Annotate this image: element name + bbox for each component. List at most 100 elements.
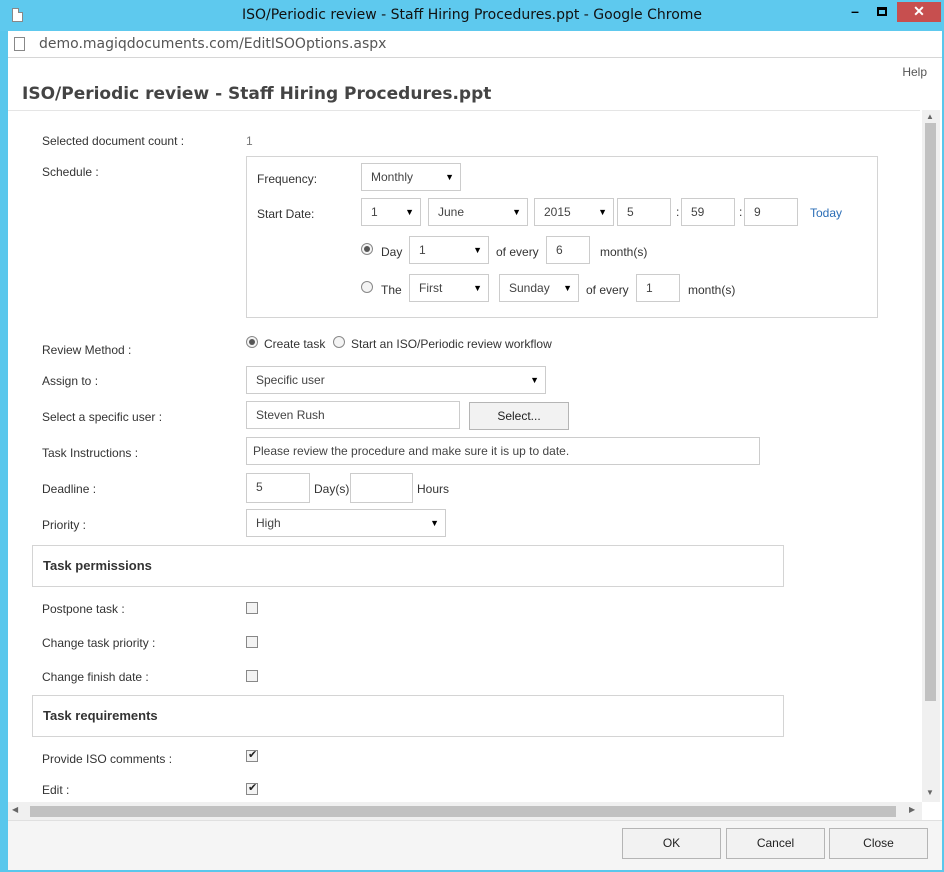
months-label: month(s) [600, 245, 648, 259]
start-workflow-radio[interactable] [333, 336, 345, 348]
chevron-down-icon: ▼ [598, 207, 607, 217]
months-label: month(s) [688, 283, 736, 297]
time-separator: : [739, 205, 743, 219]
postpone-task-label: Postpone task : [42, 602, 125, 616]
create-task-radio[interactable] [246, 336, 258, 348]
maximize-button[interactable] [869, 2, 895, 22]
start-workflow-label: Start an ISO/Periodic review workflow [351, 337, 552, 351]
cancel-button[interactable]: Cancel [726, 828, 825, 859]
edit-label: Edit : [42, 783, 70, 797]
horizontal-scrollbar[interactable]: ◀ ▶ [8, 802, 922, 820]
start-minute-input[interactable]: 59 [681, 198, 735, 226]
day-radio[interactable] [361, 243, 373, 255]
of-every-label: of every [586, 283, 629, 297]
scroll-up-icon[interactable]: ▲ [926, 112, 934, 121]
today-link[interactable]: Today [810, 206, 842, 220]
start-second-input[interactable]: 9 [744, 198, 798, 226]
chevron-down-icon: ▼ [563, 283, 572, 293]
scroll-left-icon[interactable]: ◀ [12, 805, 18, 814]
dialog-content: Selected document count : 1 Schedule : F… [8, 110, 942, 870]
day-number-value: 1 [419, 243, 426, 257]
task-permissions-section: Task permissions [32, 545, 784, 587]
day-interval-input[interactable]: 6 [546, 236, 590, 264]
priority-value: High [256, 516, 281, 530]
check-icon: ✔ [248, 782, 258, 794]
url-text[interactable]: demo.magiqdocuments.com/EditISOOptions.a… [39, 36, 386, 52]
change-priority-checkbox[interactable] [246, 636, 258, 648]
day-number-select[interactable]: 1 ▼ [409, 236, 489, 264]
postpone-task-checkbox[interactable] [246, 602, 258, 614]
dialog-footer: OK Cancel Close [8, 820, 942, 870]
close-window-button[interactable]: ✕ [897, 2, 941, 22]
chevron-down-icon: ▼ [445, 172, 454, 182]
select-user-label: Select a specific user : [42, 410, 163, 424]
chevron-down-icon: ▼ [530, 375, 539, 385]
task-instructions-label: Task Instructions : [42, 446, 139, 460]
review-method-label: Review Method : [42, 343, 132, 357]
change-finish-date-checkbox[interactable] [246, 670, 258, 682]
edit-checkbox[interactable]: ✔ [246, 782, 258, 795]
create-task-label: Create task [264, 337, 326, 351]
maximize-icon [877, 7, 887, 16]
close-button[interactable]: Close [829, 828, 928, 859]
start-day-value: 1 [371, 205, 378, 219]
page-icon [14, 37, 25, 51]
the-radio[interactable] [361, 281, 373, 293]
the-option-label: The [381, 283, 402, 297]
chevron-down-icon: ▼ [430, 518, 439, 528]
days-unit-label: Day(s) [314, 482, 350, 496]
minimize-button[interactable]: – [842, 2, 868, 22]
vertical-scroll-thumb[interactable] [925, 123, 936, 701]
start-year-select[interactable]: 2015 ▼ [534, 198, 614, 226]
help-link[interactable]: Help [902, 65, 927, 79]
frequency-select[interactable]: Monthly ▼ [361, 163, 461, 191]
weekday-value: Sunday [509, 281, 550, 295]
dialog-title: ISO/Periodic review - Staff Hiring Proce… [22, 84, 492, 104]
weekday-select[interactable]: Sunday ▼ [499, 274, 579, 302]
chevron-down-icon: ▼ [405, 207, 414, 217]
day-option-label: Day [381, 245, 403, 259]
doc-count-label: Selected document count : [42, 134, 185, 148]
dialog: Help ISO/Periodic review - Staff Hiring … [8, 58, 942, 870]
assign-to-label: Assign to : [42, 374, 99, 388]
start-month-value: June [438, 205, 465, 219]
deadline-hours-input[interactable] [350, 473, 413, 503]
doc-count-value: 1 [246, 134, 253, 148]
ordinal-select[interactable]: First ▼ [409, 274, 489, 302]
scroll-right-icon[interactable]: ▶ [909, 805, 915, 814]
start-hour-input[interactable]: 5 [617, 198, 671, 226]
chevron-down-icon: ▼ [512, 207, 521, 217]
frequency-value: Monthly [371, 170, 414, 184]
hours-unit-label: Hours [417, 482, 450, 496]
iso-comments-checkbox[interactable]: ✔ [246, 749, 258, 762]
chevron-down-icon: ▼ [473, 283, 482, 293]
scroll-down-icon[interactable]: ▼ [926, 788, 934, 797]
ok-button[interactable]: OK [622, 828, 721, 859]
the-interval-input[interactable]: 1 [636, 274, 680, 302]
time-separator: : [676, 205, 680, 219]
ordinal-value: First [419, 281, 443, 295]
of-every-label: of every [496, 245, 539, 259]
task-permissions-heading: Task permissions [43, 558, 152, 573]
iso-comments-label: Provide ISO comments : [42, 752, 173, 766]
start-day-select[interactable]: 1 ▼ [361, 198, 421, 226]
start-date-label: Start Date: [257, 207, 315, 221]
address-bar: demo.magiqdocuments.com/EditISOOptions.a… [8, 31, 942, 58]
assign-to-select[interactable]: Specific user ▼ [246, 366, 546, 394]
horizontal-scroll-thumb[interactable] [30, 806, 896, 817]
priority-label: Priority : [42, 518, 87, 532]
chevron-down-icon: ▼ [473, 245, 482, 255]
check-icon: ✔ [248, 749, 258, 761]
assign-to-value: Specific user [256, 373, 325, 387]
start-month-select[interactable]: June ▼ [428, 198, 528, 226]
vertical-scrollbar[interactable]: ▲ ▼ [922, 110, 940, 802]
deadline-days-input[interactable]: 5 [246, 473, 310, 503]
schedule-label: Schedule : [42, 165, 99, 179]
priority-select[interactable]: High ▼ [246, 509, 446, 537]
user-input[interactable]: Steven Rush [246, 401, 460, 429]
frequency-label: Frequency: [257, 172, 318, 186]
task-instructions-input[interactable]: Please review the procedure and make sur… [246, 437, 760, 465]
select-user-button[interactable]: Select... [469, 402, 569, 430]
change-priority-label: Change task priority : [42, 636, 156, 650]
window-title: ISO/Periodic review - Staff Hiring Proce… [241, 7, 703, 23]
